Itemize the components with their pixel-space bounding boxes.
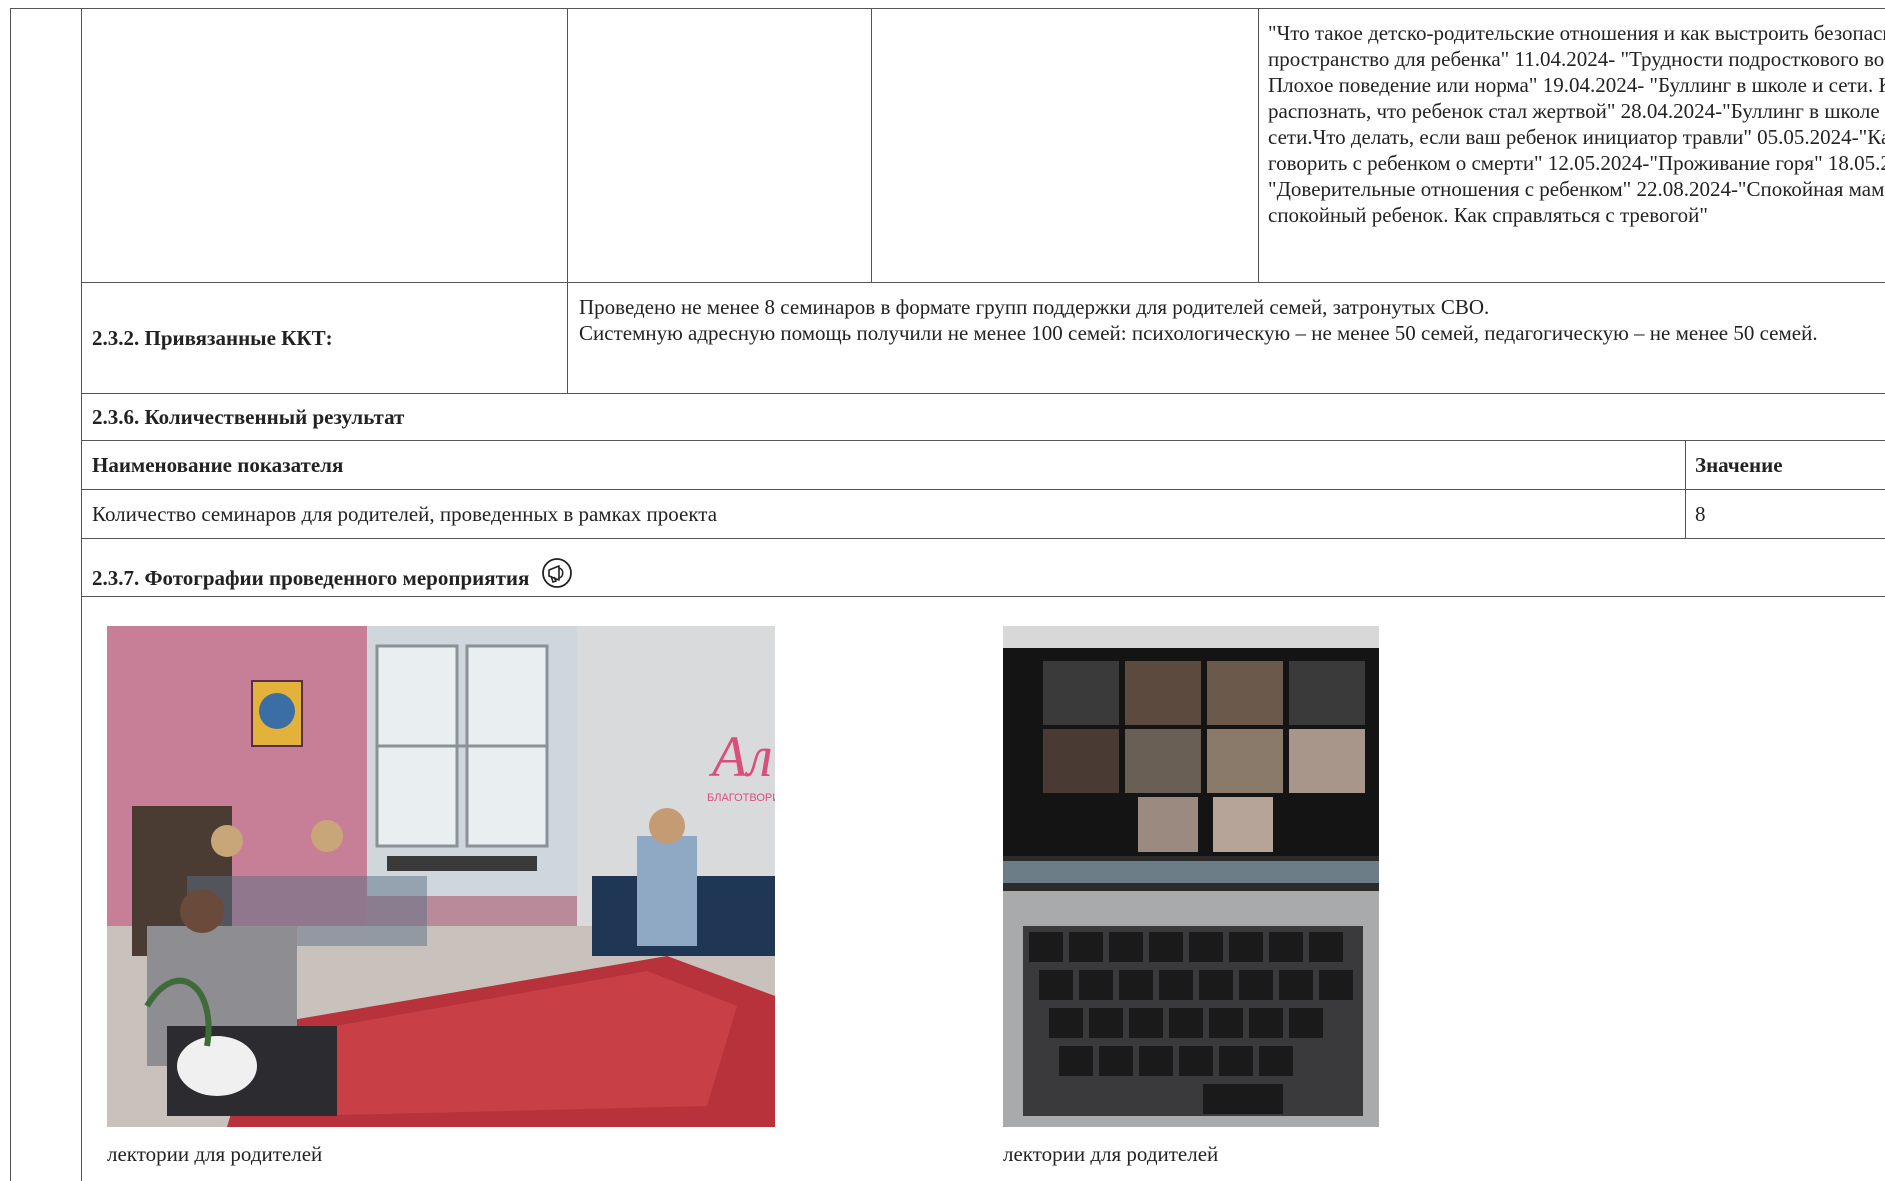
wall-brand-text: Ал (708, 724, 773, 789)
indicator-name: Количество семинаров для родителей, пров… (92, 502, 718, 526)
photo-caption-2: лектории для родителей (1003, 1142, 1219, 1166)
kkt-text: Проведено не менее 8 семинаров в формате… (579, 294, 1879, 346)
topics-cell-3 (1258, 9, 1259, 282)
kkt-divider (567, 283, 568, 393)
topics-row: "Что такое детско-родительские отношения… (82, 8, 1885, 282)
event-photo-room: Ал БЛАГОТВОРИ (107, 626, 775, 1127)
col-divider (1685, 441, 1686, 489)
photos-heading: 2.3.7. Фотографии проведенного мероприят… (92, 557, 573, 595)
photos-heading-text: 2.3.7. Фотографии проведенного мероприят… (92, 566, 530, 590)
quant-heading: 2.3.6. Количественный результат (92, 405, 405, 429)
event-photo-laptop (1003, 626, 1379, 1127)
table-row: Количество семинаров для родителей, пров… (82, 489, 1885, 538)
topics-cell-2 (871, 9, 872, 282)
photo-caption-1: лектории для родителей (107, 1142, 323, 1166)
quant-heading-row: 2.3.6. Количественный результат (82, 393, 1885, 440)
col-value: Значение (1695, 453, 1783, 477)
report-table: "Что такое детско-родительские отношения… (82, 8, 1885, 1181)
kkt-label: 2.3.2. Привязанные ККТ: (92, 325, 333, 350)
kkt-row: 2.3.2. Привязанные ККТ: Проведено не мен… (82, 282, 1885, 393)
megaphone-icon (541, 557, 573, 595)
wall-brand-sub: БЛАГОТВОРИ (707, 792, 775, 804)
indicator-value: 8 (1695, 502, 1706, 526)
left-margin-column (10, 8, 82, 1181)
col-indicator-name: Наименование показателя (92, 453, 344, 477)
quant-header-row: Наименование показателя Значение (82, 440, 1885, 489)
topics-cell-1 (567, 9, 568, 282)
kkt-line-2: Системную адресную помощь получили не ме… (579, 321, 1818, 345)
photos-heading-row: 2.3.7. Фотографии проведенного мероприят… (82, 538, 1885, 596)
kkt-line-1: Проведено не менее 8 семинаров в формате… (579, 295, 1490, 319)
seminar-topics-text: "Что такое детско-родительские отношения… (1268, 21, 1885, 227)
row-divider (1685, 490, 1686, 538)
photos-row: Ал БЛАГОТВОРИ лектории для родителей лек… (82, 596, 1885, 1181)
